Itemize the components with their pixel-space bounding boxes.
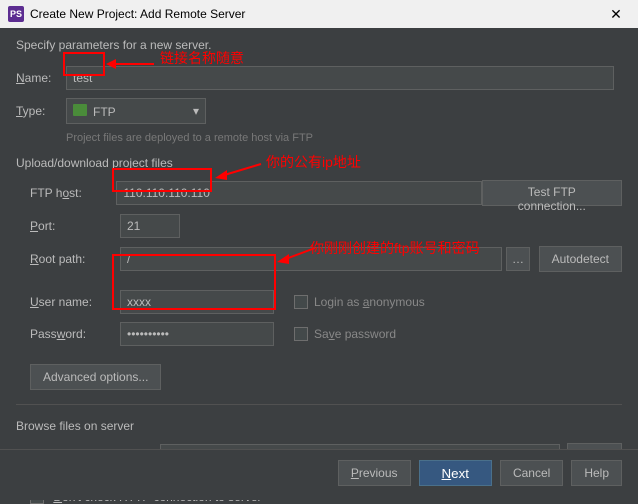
- type-label: Type:: [16, 104, 66, 118]
- password-label: Password:: [30, 327, 120, 341]
- divider: [16, 404, 622, 405]
- app-icon: PS: [8, 6, 24, 22]
- titlebar: PS Create New Project: Add Remote Server…: [0, 0, 638, 28]
- test-connection-button[interactable]: Test FTP connection...: [482, 180, 622, 206]
- type-note: Project files are deployed to a remote h…: [66, 132, 622, 144]
- footer: Previous Next Cancel Help: [0, 449, 638, 500]
- autodetect-button[interactable]: Autodetect: [539, 246, 622, 272]
- root-path-input[interactable]: [120, 247, 502, 271]
- upload-section-head: Upload/download project files: [16, 156, 622, 170]
- login-anonymous-label: Login as anonymous: [314, 295, 425, 309]
- cancel-button[interactable]: Cancel: [500, 460, 563, 486]
- save-password-label: Save password: [314, 327, 396, 341]
- login-anonymous-checkbox[interactable]: [294, 295, 308, 309]
- ftp-host-label: FTP host:: [30, 186, 116, 200]
- username-label: User name:: [30, 295, 120, 309]
- port-label: Port:: [30, 219, 120, 233]
- save-password-checkbox[interactable]: [294, 327, 308, 341]
- subheading: Specify parameters for a new server.: [16, 38, 622, 52]
- window-title: Create New Project: Add Remote Server: [30, 7, 245, 21]
- name-label: Name:: [16, 71, 66, 85]
- advanced-options-button[interactable]: Advanced options...: [30, 364, 161, 390]
- browse-button[interactable]: …: [506, 247, 530, 271]
- password-input[interactable]: [120, 322, 274, 346]
- close-button[interactable]: ✕: [596, 0, 636, 28]
- port-input[interactable]: [120, 214, 180, 238]
- help-button[interactable]: Help: [571, 460, 622, 486]
- ftp-host-input[interactable]: [116, 181, 481, 205]
- ftp-icon: [73, 104, 87, 116]
- username-input[interactable]: [120, 290, 274, 314]
- next-button[interactable]: Next: [419, 460, 492, 486]
- name-input[interactable]: [66, 66, 614, 90]
- browse-section-head: Browse files on server: [16, 419, 622, 433]
- type-select[interactable]: FTP ▾: [66, 98, 206, 124]
- chevron-down-icon: ▾: [193, 104, 199, 118]
- previous-button[interactable]: Previous: [338, 460, 411, 486]
- root-path-label: Root path:: [30, 252, 120, 266]
